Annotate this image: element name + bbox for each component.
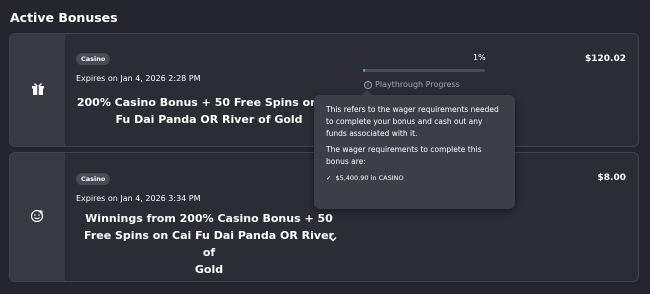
playthrough-tooltip: This refers to the wager requirements ne… xyxy=(314,90,515,209)
expiry-date: Expires on Jan 4, 2026 3:34 PM xyxy=(76,194,201,203)
section-title: Active Bonuses xyxy=(10,10,118,25)
playthrough-progress-label[interactable]: i Playthrough Progress xyxy=(364,80,460,89)
expiry-date: Expires on Jan 4, 2026 2:28 PM xyxy=(76,74,201,83)
gift-box-icon xyxy=(31,81,45,100)
bonus-amount: $8.00 xyxy=(597,173,626,183)
bonus-title-line: Fu Dai Panda OR River of Gold xyxy=(115,113,303,126)
bonus-icon-panel xyxy=(10,34,65,146)
bonus-title: Winnings from 200% Casino Bonus + 50 Fre… xyxy=(76,210,342,278)
tooltip-text: The wager requirements to complete this … xyxy=(326,145,482,166)
bonus-title-line: Free Spins on Cai Fu Dai Panda OR River … xyxy=(84,229,334,259)
requirement-item: ✓ $5,400.90 in CASINO xyxy=(326,172,503,184)
bonus-icon-panel xyxy=(10,153,65,281)
bonus-title-line: 200% Casino Bonus + 50 Free Spins on Cai xyxy=(76,96,342,109)
category-tag: Casino xyxy=(76,53,111,65)
bonus-title-line: Gold xyxy=(194,263,224,276)
info-icon[interactable]: i xyxy=(364,80,372,89)
tooltip-text: This refers to the wager requirements ne… xyxy=(326,105,499,138)
bonus-title-line: Winnings from 200% Casino Bonus + 50 xyxy=(85,212,333,225)
chevron-down-icon[interactable] xyxy=(328,229,338,242)
bonus-amount: $120.02 xyxy=(585,54,626,64)
check-icon: ✓ xyxy=(326,174,332,182)
progress-fill xyxy=(363,69,365,72)
playthrough-progress-bar xyxy=(363,69,485,72)
category-tag: Casino xyxy=(76,173,111,185)
winnings-smiley-icon xyxy=(30,208,45,227)
progress-percent: 1% xyxy=(473,53,486,62)
bonus-title: 200% Casino Bonus + 50 Free Spins on Cai… xyxy=(76,94,342,128)
progress-label-text: Playthrough Progress xyxy=(375,80,460,89)
requirement-text: $5,400.90 in CASINO xyxy=(335,174,404,182)
